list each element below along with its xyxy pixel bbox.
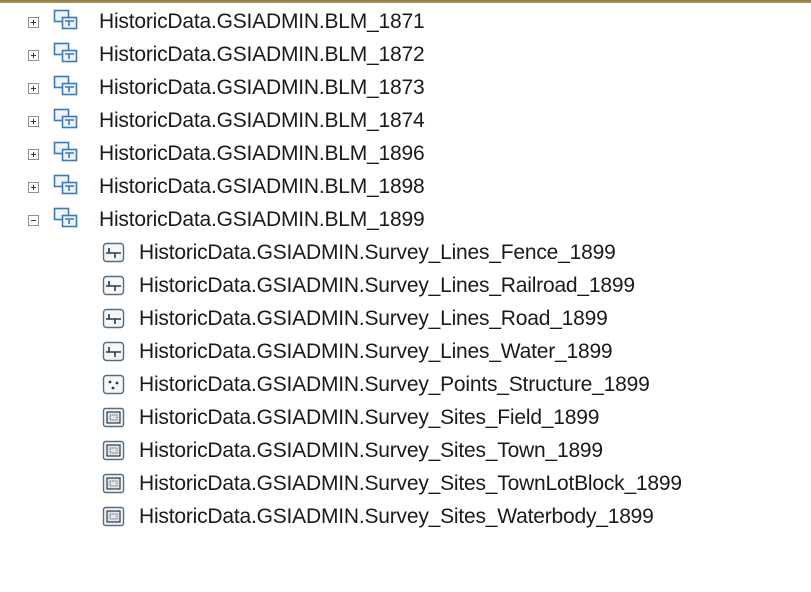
feature-class-label[interactable]: HistoricData.GSIADMIN.Survey_Sites_Town_… — [139, 435, 603, 467]
tree-node-dataset[interactable]: HistoricData.GSIADMIN.BLM_1874 — [28, 105, 425, 137]
dataset-label[interactable]: HistoricData.GSIADMIN.BLM_1896 — [99, 138, 425, 170]
feature-class-label[interactable]: HistoricData.GSIADMIN.Survey_Sites_TownL… — [139, 468, 682, 500]
tree-node-feature-class[interactable]: HistoricData.GSIADMIN.Survey_Lines_Road_… — [102, 303, 608, 335]
tree-node-feature-class[interactable]: HistoricData.GSIADMIN.Survey_Lines_Fence… — [102, 237, 616, 269]
dataset-label[interactable]: HistoricData.GSIADMIN.BLM_1899 — [99, 204, 425, 236]
tree-node-feature-class[interactable]: HistoricData.GSIADMIN.Survey_Sites_Water… — [102, 501, 654, 533]
dataset-label[interactable]: HistoricData.GSIADMIN.BLM_1872 — [99, 39, 425, 71]
line-feature-class-icon — [102, 242, 125, 263]
feature-class-label[interactable]: HistoricData.GSIADMIN.Survey_Sites_Water… — [139, 501, 654, 533]
feature-class-label[interactable]: HistoricData.GSIADMIN.Survey_Lines_Water… — [139, 336, 613, 368]
polygon-feature-class-icon — [102, 506, 125, 527]
expand-plus-icon[interactable] — [28, 148, 39, 160]
tree-node-dataset[interactable]: HistoricData.GSIADMIN.BLM_1898 — [28, 171, 425, 203]
feature-class-label[interactable]: HistoricData.GSIADMIN.Survey_Points_Stru… — [139, 369, 650, 401]
line-feature-class-icon — [102, 308, 125, 329]
expand-plus-icon[interactable] — [28, 82, 39, 94]
feature-dataset-icon — [53, 207, 78, 228]
collapse-minus-icon[interactable] — [28, 214, 39, 226]
feature-dataset-icon — [53, 174, 78, 195]
expand-plus-icon[interactable] — [28, 181, 39, 193]
catalog-tree: HistoricData.GSIADMIN.BLM_1871 HistoricD… — [0, 0, 811, 592]
tree-node-dataset[interactable]: HistoricData.GSIADMIN.BLM_1896 — [28, 138, 425, 170]
tree-node-feature-class[interactable]: HistoricData.GSIADMIN.Survey_Sites_TownL… — [102, 468, 682, 500]
dataset-label[interactable]: HistoricData.GSIADMIN.BLM_1871 — [99, 6, 425, 38]
tree-node-feature-class[interactable]: HistoricData.GSIADMIN.Survey_Points_Stru… — [102, 369, 650, 401]
tree-node-feature-class[interactable]: HistoricData.GSIADMIN.Survey_Sites_Town_… — [102, 435, 603, 467]
point-feature-class-icon — [102, 374, 125, 395]
polygon-feature-class-icon — [102, 473, 125, 494]
feature-dataset-icon — [53, 108, 78, 129]
tree-node-feature-class[interactable]: HistoricData.GSIADMIN.Survey_Lines_Water… — [102, 336, 613, 368]
expand-plus-icon[interactable] — [28, 115, 39, 127]
polygon-feature-class-icon — [102, 440, 125, 461]
feature-dataset-icon — [53, 141, 78, 162]
dataset-label[interactable]: HistoricData.GSIADMIN.BLM_1873 — [99, 72, 425, 104]
feature-dataset-icon — [53, 9, 78, 30]
tree-node-dataset[interactable]: HistoricData.GSIADMIN.BLM_1872 — [28, 39, 425, 71]
feature-class-label[interactable]: HistoricData.GSIADMIN.Survey_Sites_Field… — [139, 402, 599, 434]
tree-node-dataset[interactable]: HistoricData.GSIADMIN.BLM_1873 — [28, 72, 425, 104]
feature-class-label[interactable]: HistoricData.GSIADMIN.Survey_Lines_Road_… — [139, 303, 608, 335]
expand-plus-icon[interactable] — [28, 49, 39, 61]
feature-class-label[interactable]: HistoricData.GSIADMIN.Survey_Lines_Fence… — [139, 237, 616, 269]
feature-class-label[interactable]: HistoricData.GSIADMIN.Survey_Lines_Railr… — [139, 270, 635, 302]
line-feature-class-icon — [102, 341, 125, 362]
feature-dataset-icon — [53, 75, 78, 96]
polygon-feature-class-icon — [102, 407, 125, 428]
tree-node-dataset-expanded[interactable]: HistoricData.GSIADMIN.BLM_1899 — [28, 204, 425, 236]
line-feature-class-icon — [102, 275, 125, 296]
dataset-label[interactable]: HistoricData.GSIADMIN.BLM_1874 — [99, 105, 425, 137]
tree-node-dataset[interactable]: HistoricData.GSIADMIN.BLM_1871 — [28, 6, 425, 38]
dataset-label[interactable]: HistoricData.GSIADMIN.BLM_1898 — [99, 171, 425, 203]
feature-dataset-icon — [53, 42, 78, 63]
tree-node-feature-class[interactable]: HistoricData.GSIADMIN.Survey_Lines_Railr… — [102, 270, 635, 302]
tree-node-feature-class[interactable]: HistoricData.GSIADMIN.Survey_Sites_Field… — [102, 402, 599, 434]
expand-plus-icon[interactable] — [28, 16, 39, 28]
